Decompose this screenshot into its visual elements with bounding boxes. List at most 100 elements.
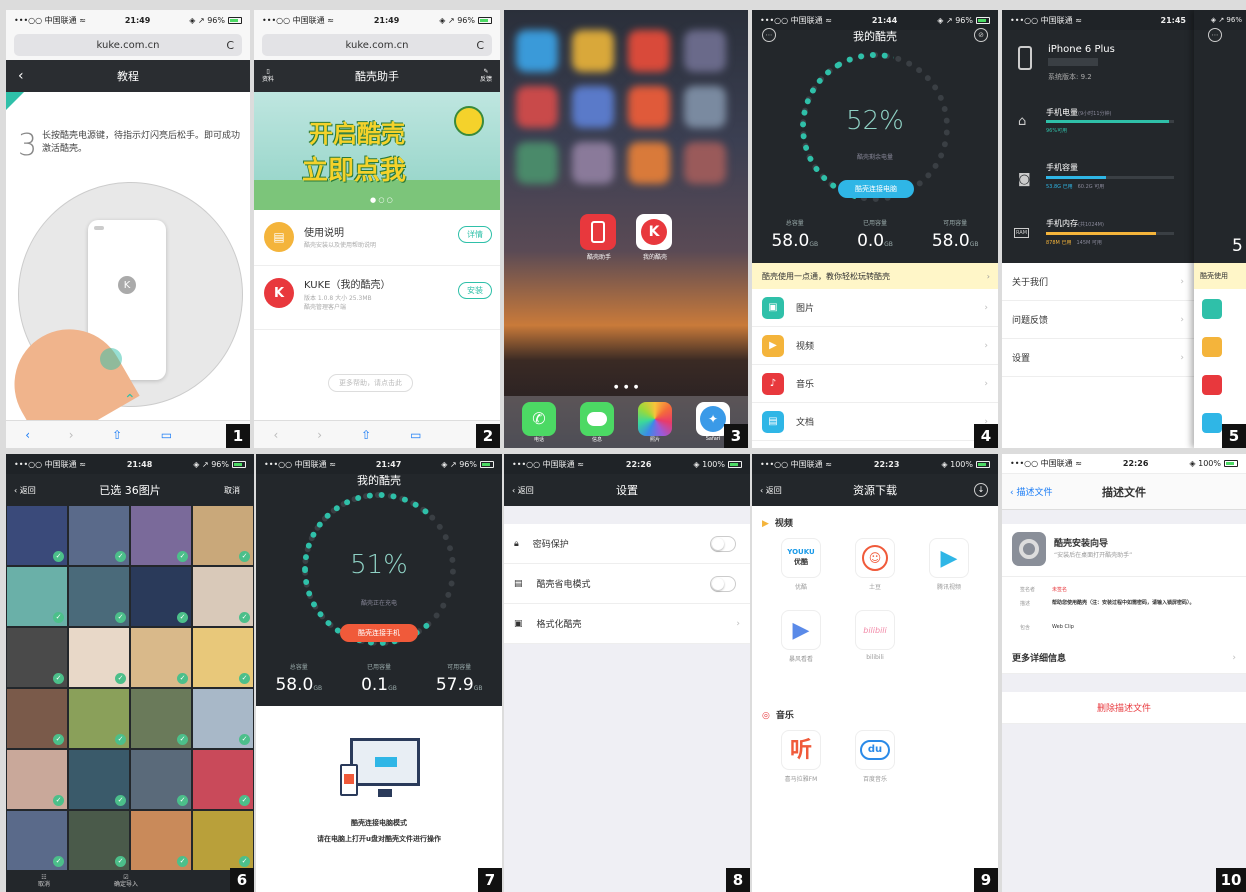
share-icon[interactable]: ⇧ [112,428,122,442]
back-arrow-icon[interactable]: ‹ [25,428,30,442]
menu-feedback[interactable]: 问题反馈 › [1002,301,1194,339]
address-bar[interactable]: kuke.com.cn C [6,30,250,60]
cancel-button[interactable]: 取消 [224,485,240,496]
photo-thumbnail[interactable]: ✓ [69,811,129,870]
photo-thumbnail[interactable]: ✓ [7,689,67,748]
edit-icon[interactable]: ✎ 反馈 [480,68,492,84]
photo-thumbnail[interactable]: ✓ [69,689,129,748]
photo-thumbnail[interactable]: ✓ [193,567,253,626]
bookmarks-icon[interactable]: ▭ [410,428,421,442]
photo-thumbnail[interactable]: ✓ [131,750,191,809]
more-details-row[interactable]: 更多详细信息 › [1002,642,1246,674]
photo-thumbnail[interactable]: ✓ [193,506,253,565]
photo-thumbnail[interactable]: ✓ [7,506,67,565]
list-item[interactable]: ▤ 使用说明 酷壳安装以及使用帮助说明 详情 [254,210,500,266]
forward-arrow-icon[interactable]: › [69,428,74,442]
photo-thumbnail[interactable]: ✓ [7,811,67,870]
app-icon-kuke-helper[interactable]: 酷壳助手 [580,214,618,261]
row-docs[interactable]: ▤ 文档 › [752,403,998,441]
photo-thumbnail[interactable]: ✓ [69,628,129,687]
address-bar[interactable]: kuke.com.cn C [254,30,500,60]
chevron-right-icon: › [984,378,988,389]
photo-thumbnail[interactable]: ✓ [69,567,129,626]
app-tudou[interactable]: ☺ 土豆 [850,538,900,591]
back-button[interactable]: ‹ 返回 [14,485,36,496]
more-help-link[interactable]: 更多帮助，请点击此 [328,374,413,392]
reload-icon[interactable]: C [226,39,234,52]
checkmark-icon: ✓ [239,795,250,806]
battery-icon [975,16,990,24]
document-icon[interactable]: ▯ 资料 [262,68,274,84]
photo-thumbnail[interactable]: ✓ [193,628,253,687]
import-button[interactable]: ☑ 确定导入 [114,874,138,888]
app-baofeng[interactable]: ▶ 暴风看看 [776,610,826,663]
bookmarks-icon[interactable]: ▭ [161,428,172,442]
forward-arrow-icon[interactable]: › [317,428,322,442]
photo-thumbnail[interactable]: ✓ [7,750,67,809]
messages-icon [580,401,614,436]
tudou-icon: ☺ [855,538,895,578]
share-icon[interactable]: ⇧ [361,428,371,442]
app-bilibili[interactable]: bilibili bilibili [850,610,900,661]
install-button[interactable]: 安装 [458,282,492,299]
photo-thumbnail[interactable]: ✓ [131,628,191,687]
back-arrow-icon[interactable]: ‹ [273,428,278,442]
back-button[interactable]: ‹ 返回 [512,485,534,496]
row-video[interactable]: ▶ 视频 › [752,327,998,365]
chevron-right-icon: › [1232,652,1236,663]
photo-thumbnail[interactable]: ✓ [7,628,67,687]
compass-icon[interactable]: ⊘ [974,28,988,42]
delete-profile-button[interactable]: 删除描述文件 [1002,692,1246,724]
photo-thumbnail[interactable]: ✓ [69,750,129,809]
music-icon: ◎ [762,711,770,721]
dock-photos[interactable]: 照片 [638,401,672,443]
app-baidu-music[interactable]: du 百度音乐 [850,730,900,783]
video-icon: ▶ [762,334,784,357]
menu-settings[interactable]: 设置 › [1002,339,1194,377]
row-music[interactable]: ♪ 音乐 › [752,365,998,403]
more-icon[interactable]: ⋯ [1208,28,1222,42]
document-icon [1202,413,1222,433]
menu-about[interactable]: 关于我们 › [1002,263,1194,301]
dock-messages[interactable]: 信息 [580,401,614,443]
photo-thumbnail[interactable]: ✓ [131,506,191,565]
reload-icon[interactable]: C [476,39,484,52]
ram-bar [1046,232,1174,235]
app-youku[interactable]: YOUKU 优酷 优酷 [776,538,826,591]
connect-phone-button[interactable]: 酷壳连接手机 [340,624,418,642]
app-icon-my-kuke[interactable]: K 我的酷壳 [636,214,674,261]
app-ximalaya[interactable]: 听 喜马拉雅FM [776,730,826,783]
stat-used: 已用容量 0.0GB [857,220,893,251]
page-title: 我的酷壳 [357,474,401,487]
photo-thumbnail[interactable]: ✓ [7,567,67,626]
battery-icon [727,460,742,468]
row-password[interactable]: 🔒︎ 密码保护 [504,524,750,564]
cancel-bottom-button[interactable]: ☷ 取消 [38,874,50,888]
storage-bar-fill [1046,176,1107,179]
back-icon[interactable]: ‹ [18,68,24,84]
photo-thumbnail[interactable]: ✓ [69,506,129,565]
password-toggle[interactable] [710,535,736,552]
dock-phone[interactable]: ✆ 电话 [522,401,556,443]
photo-thumbnail[interactable]: ✓ [131,689,191,748]
list-item[interactable]: K KUKE（我的酷壳） 版本 1.0.8 大小 25.3MB 酷壳管理客户端 … [254,266,500,330]
promo-banner[interactable]: 开启酷壳 立即点我 ● ○ ○ [254,92,500,210]
app-tencent-video[interactable]: ▶ 腾讯视频 [924,538,974,591]
download-icon[interactable]: ↓ [974,483,988,497]
photo-thumbnail[interactable]: ✓ [193,689,253,748]
row-power-saving[interactable]: ▤ 酷壳省电模式 [504,564,750,604]
row-format[interactable]: ▣ 格式化酷壳 › [504,604,750,644]
chevron-up-icon[interactable]: ⌃ [124,392,136,408]
photo-thumbnail[interactable]: ✓ [131,811,191,870]
tips-banner[interactable]: 酷壳使用一点通，教你轻松玩转酷壳 › [752,263,998,289]
details-button[interactable]: 详情 [458,226,492,243]
row-images[interactable]: ▣ 图片 › [752,289,998,327]
photo-thumbnail[interactable]: ✓ [193,811,253,870]
power-saving-toggle[interactable] [710,575,736,592]
connect-computer-button[interactable]: 酷壳连接电脑 [838,180,914,198]
back-button[interactable]: ‹ 返回 [760,485,782,496]
back-button[interactable]: ‹ 描述文件 [1010,485,1052,498]
chevron-right-icon: › [984,302,988,313]
photo-thumbnail[interactable]: ✓ [131,567,191,626]
photo-thumbnail[interactable]: ✓ [193,750,253,809]
